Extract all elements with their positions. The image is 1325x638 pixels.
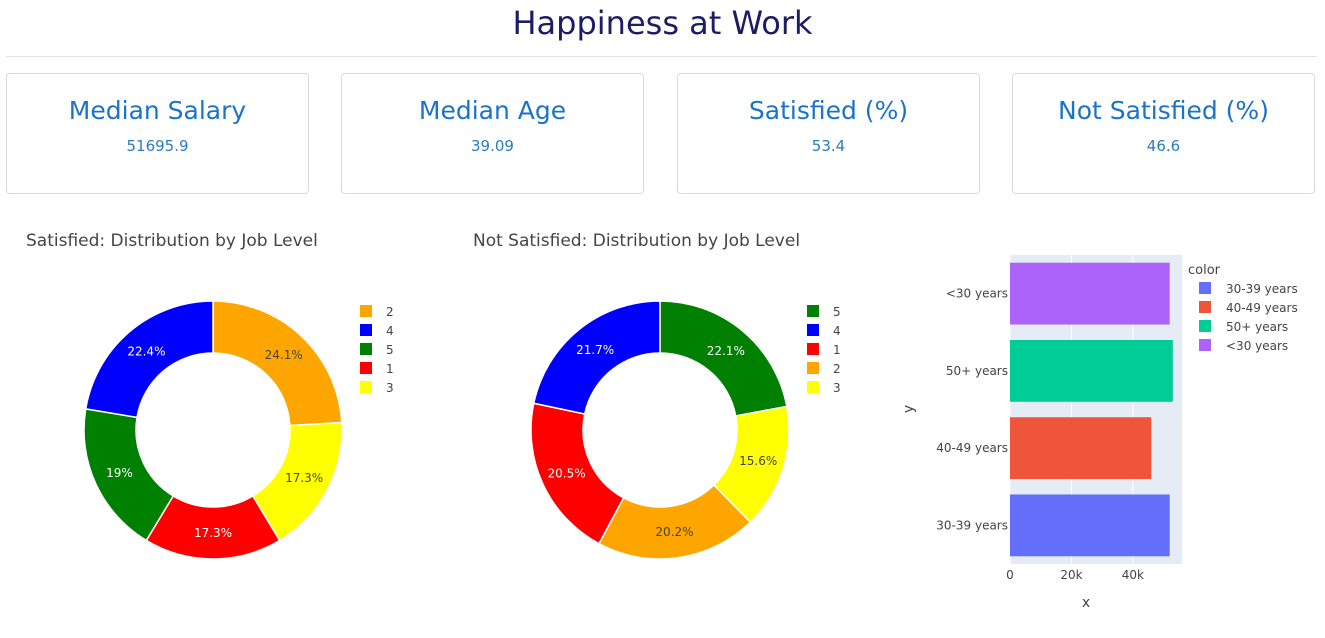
header-divider	[6, 56, 1317, 57]
legend-label[interactable]: 5	[833, 305, 841, 319]
legend-swatch[interactable]	[807, 305, 819, 317]
legend-label[interactable]: 1	[386, 362, 394, 376]
legend-label[interactable]: 5	[386, 343, 394, 357]
pie-slice[interactable]	[532, 300, 661, 415]
y-tick-label: 30-39 years	[936, 518, 1008, 532]
kpi-value: 53.4	[811, 137, 846, 155]
bar[interactable]	[1010, 417, 1152, 480]
legend-label[interactable]: 30-39 years	[1226, 282, 1298, 296]
y-axis-label: y	[901, 405, 917, 413]
bar-chart-age-groups: 30-39 years 40-49 years 50+ years <30 years…	[901, 255, 1298, 611]
legend-swatch[interactable]	[360, 305, 372, 317]
legend-label[interactable]: 3	[386, 381, 394, 395]
kpi-card-median-age: Median Age 39.09	[341, 73, 644, 194]
donut-chart-not-satisfied: 22.1% 15.6% 20.2% 20.5% 21.7% 5 4 1 2 3	[530, 300, 841, 560]
legend-swatch[interactable]	[807, 362, 819, 374]
x-tick-label: 0	[1006, 568, 1014, 582]
charts-area: Satisfied: Distribution by Job Level Not…	[26, 231, 1298, 611]
y-tick-label: 40-49 years	[936, 441, 1008, 455]
legend-label[interactable]: <30 years	[1226, 339, 1288, 353]
legend-label[interactable]: 4	[833, 324, 841, 338]
kpi-title: Not Satisfied (%)	[1058, 96, 1269, 125]
legend-label[interactable]: 4	[386, 324, 394, 338]
slice-value-label: 21.7%	[576, 343, 614, 357]
slice-value-label: 22.1%	[707, 344, 745, 358]
legend-swatch[interactable]	[360, 381, 372, 393]
kpi-card-satisfied: Satisfied (%) 53.4	[677, 73, 980, 194]
kpi-value: 39.09	[471, 137, 514, 155]
chart-title-not-satisfied: Not Satisfied: Distribution by Job Level	[473, 231, 800, 251]
pie-slice[interactable]	[84, 300, 214, 419]
bar[interactable]	[1010, 494, 1170, 557]
pie-slice[interactable]	[212, 300, 343, 427]
legend-swatch[interactable]	[807, 381, 819, 393]
legend-swatch[interactable]	[1199, 301, 1211, 313]
pie-slice[interactable]	[659, 300, 788, 417]
legend-swatch[interactable]	[1199, 320, 1211, 332]
kpi-value: 51695.9	[126, 137, 189, 155]
legend-label[interactable]: 1	[833, 343, 841, 357]
bar[interactable]	[1010, 339, 1173, 402]
x-tick-label: 40k	[1122, 568, 1144, 582]
slice-value-label: 20.2%	[655, 525, 693, 539]
slice-value-label: 22.4%	[127, 344, 165, 358]
legend-label[interactable]: 3	[833, 381, 841, 395]
slice-value-label: 17.3%	[285, 471, 323, 485]
y-tick-label: 50+ years	[946, 364, 1008, 378]
legend-swatch[interactable]	[807, 324, 819, 336]
page-title: Happiness at Work	[512, 4, 813, 42]
bar[interactable]	[1010, 262, 1170, 325]
kpi-title: Median Age	[418, 96, 567, 125]
slice-value-label: 15.6%	[739, 454, 777, 468]
slice-value-label: 24.1%	[265, 348, 303, 362]
slice-value-label: 19%	[106, 466, 133, 480]
legend-title: color	[1188, 263, 1221, 278]
legend-swatch[interactable]	[360, 343, 372, 355]
legend-label[interactable]: 2	[386, 305, 394, 319]
kpi-title: Satisfied (%)	[748, 96, 909, 125]
x-tick-label: 20k	[1060, 568, 1082, 582]
kpi-value: 46.6	[1146, 137, 1181, 155]
legend-label[interactable]: 2	[833, 362, 841, 376]
legend-label[interactable]: 50+ years	[1226, 320, 1288, 334]
legend-swatch[interactable]	[360, 324, 372, 336]
kpi-card-median-salary: Median Salary 51695.9	[6, 73, 309, 194]
chart-title-satisfied: Satisfied: Distribution by Job Level	[26, 231, 318, 251]
legend-label[interactable]: 40-49 years	[1226, 301, 1298, 315]
donut-chart-satisfied: 24.1% 17.3% 17.3% 19% 22.4% 2 4 5 1 3	[83, 300, 394, 560]
kpi-card-not-satisfied: Not Satisfied (%) 46.6	[1012, 73, 1315, 194]
y-tick-label: <30 years	[946, 287, 1008, 301]
legend-swatch[interactable]	[1199, 339, 1211, 351]
x-axis-label: x	[1082, 595, 1090, 611]
slice-value-label: 17.3%	[194, 526, 232, 540]
kpi-title: Median Salary	[68, 96, 247, 125]
slice-value-label: 20.5%	[548, 466, 586, 480]
legend-swatch[interactable]	[807, 343, 819, 355]
legend-swatch[interactable]	[360, 362, 372, 374]
legend-swatch[interactable]	[1199, 282, 1211, 294]
